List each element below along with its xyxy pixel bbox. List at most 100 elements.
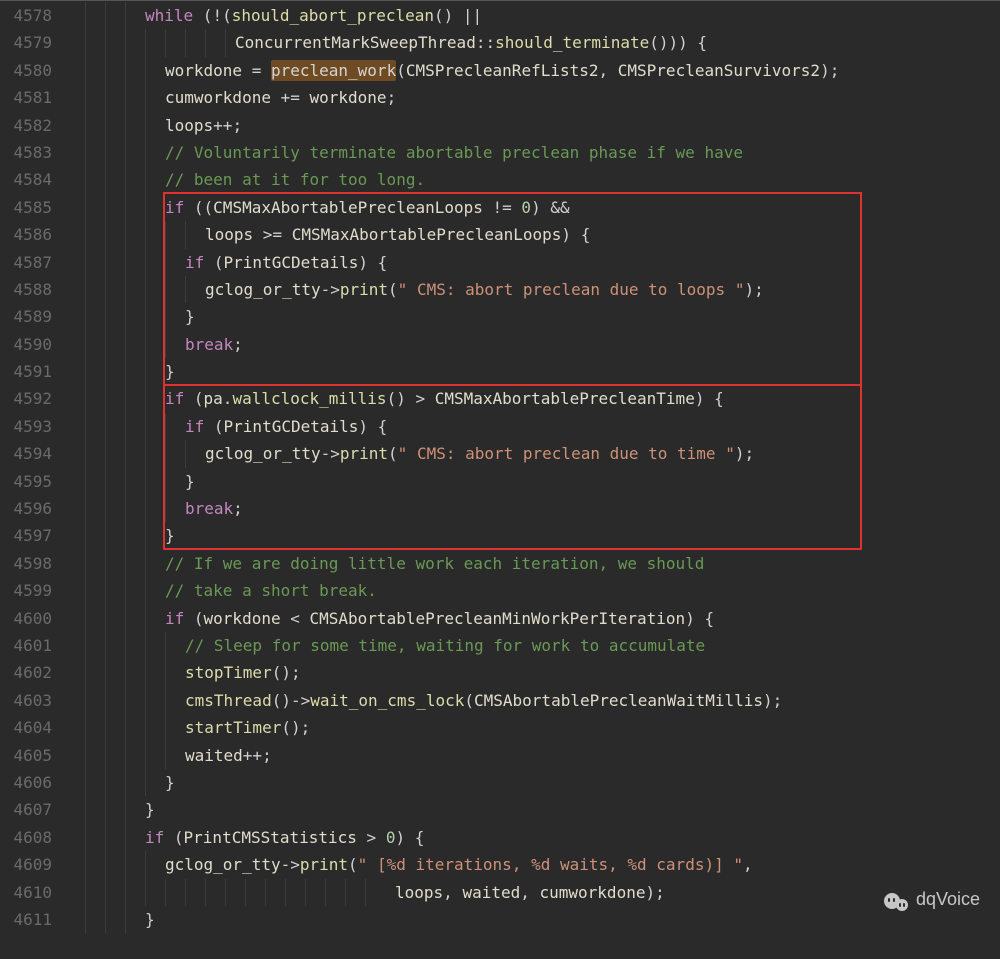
- code-line[interactable]: 4589}: [0, 303, 1000, 330]
- token-cm: // been at it for too long.: [165, 170, 425, 189]
- code-line[interactable]: 4586loops >= CMSMaxAbortablePrecleanLoop…: [0, 221, 1000, 248]
- token-id: loops: [205, 225, 253, 244]
- code-content[interactable]: loops++;: [60, 112, 242, 139]
- code-line[interactable]: 4591}: [0, 358, 1000, 385]
- token-st: " CMS: abort preclean due to time ": [398, 444, 735, 463]
- code-line[interactable]: 4599// take a short break.: [0, 577, 1000, 604]
- code-line[interactable]: 4604startTimer();: [0, 714, 1000, 741]
- code-content[interactable]: }: [60, 303, 195, 330]
- token-op: (: [388, 280, 398, 299]
- code-content[interactable]: break;: [60, 331, 243, 358]
- code-line[interactable]: 4610loops, waited, cumworkdone);: [0, 879, 1000, 906]
- token-op: }: [165, 773, 175, 792]
- token-id: workdone: [165, 61, 242, 80]
- token-op: ::: [476, 33, 495, 52]
- code-content[interactable]: if (PrintGCDetails) {: [60, 413, 387, 440]
- code-content[interactable]: break;: [60, 495, 243, 522]
- token-fn: print: [300, 855, 348, 874]
- line-number: 4602: [0, 659, 60, 686]
- code-line[interactable]: 4583// Voluntarily terminate abortable p…: [0, 139, 1000, 166]
- code-content[interactable]: cumworkdone += workdone;: [60, 84, 396, 111]
- code-line[interactable]: 4584// been at it for too long.: [0, 166, 1000, 193]
- code-content[interactable]: if (workdone < CMSAbortablePrecleanMinWo…: [60, 605, 714, 632]
- token-kw: break: [185, 335, 233, 354]
- code-line[interactable]: 4592if (pa.wallclock_millis() > CMSMaxAb…: [0, 385, 1000, 412]
- code-content[interactable]: waited++;: [60, 742, 272, 769]
- line-number: 4603: [0, 687, 60, 714]
- token-op: =: [242, 61, 271, 80]
- token-op: (: [164, 828, 183, 847]
- code-content[interactable]: startTimer();: [60, 714, 310, 741]
- token-op: (: [204, 417, 223, 436]
- line-number: 4598: [0, 550, 60, 577]
- code-content[interactable]: }: [60, 769, 175, 796]
- token-op: );: [744, 280, 763, 299]
- code-line[interactable]: 4579ConcurrentMarkSweepThread::should_te…: [0, 29, 1000, 56]
- code-content[interactable]: // been at it for too long.: [60, 166, 425, 193]
- code-line[interactable]: 4611}: [0, 906, 1000, 933]
- token-id: PrintCMSStatistics: [184, 828, 357, 847]
- code-content[interactable]: if (PrintGCDetails) {: [60, 249, 387, 276]
- code-line[interactable]: 4596break;: [0, 495, 1000, 522]
- token-op: ) {: [358, 253, 387, 272]
- line-number: 4580: [0, 57, 60, 84]
- token-op: ++;: [213, 116, 242, 135]
- code-line[interactable]: 4588gclog_or_tty->print(" CMS: abort pre…: [0, 276, 1000, 303]
- line-number: 4586: [0, 221, 60, 248]
- code-line[interactable]: 4605waited++;: [0, 742, 1000, 769]
- token-id: gclog_or_tty: [165, 855, 281, 874]
- token-st: " CMS: abort preclean due to loops ": [398, 280, 745, 299]
- code-content[interactable]: cmsThread()->wait_on_cms_lock(CMSAbortab…: [60, 687, 782, 714]
- code-content[interactable]: }: [60, 796, 155, 823]
- code-line[interactable]: 4590break;: [0, 331, 1000, 358]
- code-line[interactable]: 4602stopTimer();: [0, 659, 1000, 686]
- code-content[interactable]: }: [60, 468, 195, 495]
- token-op: +=: [271, 88, 310, 107]
- code-content[interactable]: gclog_or_tty->print(" CMS: abort preclea…: [60, 440, 754, 467]
- code-content[interactable]: loops >= CMSMaxAbortablePrecleanLoops) {: [60, 221, 590, 248]
- code-line[interactable]: 4580workdone = preclean_work(CMSPreclean…: [0, 57, 1000, 84]
- code-content[interactable]: stopTimer();: [60, 659, 301, 686]
- code-line[interactable]: 4595}: [0, 468, 1000, 495]
- code-line[interactable]: 4601// Sleep for some time, waiting for …: [0, 632, 1000, 659]
- code-content[interactable]: }: [60, 358, 175, 385]
- code-content[interactable]: // take a short break.: [60, 577, 377, 604]
- token-id: gclog_or_tty: [205, 444, 321, 463]
- code-line[interactable]: 4587if (PrintGCDetails) {: [0, 249, 1000, 276]
- token-id: gclog_or_tty: [205, 280, 321, 299]
- code-line[interactable]: 4581cumworkdone += workdone;: [0, 84, 1000, 111]
- code-content[interactable]: if ((CMSMaxAbortablePrecleanLoops != 0) …: [60, 194, 570, 221]
- code-content[interactable]: // If we are doing little work each iter…: [60, 550, 704, 577]
- code-content[interactable]: }: [60, 906, 155, 933]
- code-line[interactable]: 4593if (PrintGCDetails) {: [0, 413, 1000, 440]
- line-number: 4610: [0, 879, 60, 906]
- code-line[interactable]: 4609gclog_or_tty->print(" [%d iterations…: [0, 851, 1000, 878]
- code-line[interactable]: 4598// If we are doing little work each …: [0, 550, 1000, 577]
- code-line[interactable]: 4585if ((CMSMaxAbortablePrecleanLoops !=…: [0, 194, 1000, 221]
- code-content[interactable]: gclog_or_tty->print(" CMS: abort preclea…: [60, 276, 764, 303]
- code-line[interactable]: 4608if (PrintCMSStatistics > 0) {: [0, 824, 1000, 851]
- code-content[interactable]: // Sleep for some time, waiting for work…: [60, 632, 705, 659]
- code-content[interactable]: // Voluntarily terminate abortable precl…: [60, 139, 743, 166]
- token-id: loops: [165, 116, 213, 135]
- code-line[interactable]: 4600if (workdone < CMSAbortablePrecleanM…: [0, 605, 1000, 632]
- token-op: }: [185, 472, 195, 491]
- code-line[interactable]: 4606}: [0, 769, 1000, 796]
- token-kw: if: [165, 389, 184, 408]
- code-line[interactable]: 4578while (!(should_abort_preclean() ||: [0, 2, 1000, 29]
- code-line[interactable]: 4603cmsThread()->wait_on_cms_lock(CMSAbo…: [0, 687, 1000, 714]
- code-content[interactable]: loops, waited, cumworkdone);: [60, 879, 665, 906]
- code-content[interactable]: ConcurrentMarkSweepThread::should_termin…: [60, 29, 707, 56]
- code-content[interactable]: }: [60, 522, 175, 549]
- code-line[interactable]: 4582loops++;: [0, 112, 1000, 139]
- code-content[interactable]: workdone = preclean_work(CMSPrecleanRefL…: [60, 57, 839, 84]
- code-editor[interactable]: 4578while (!(should_abort_preclean() ||4…: [0, 0, 1000, 933]
- code-line[interactable]: 4594gclog_or_tty->print(" CMS: abort pre…: [0, 440, 1000, 467]
- code-content[interactable]: while (!(should_abort_preclean() ||: [60, 2, 482, 29]
- watermark: dqVoice: [884, 886, 980, 913]
- code-content[interactable]: gclog_or_tty->print(" [%d iterations, %d…: [60, 851, 753, 878]
- code-line[interactable]: 4607}: [0, 796, 1000, 823]
- code-content[interactable]: if (pa.wallclock_millis() > CMSMaxAborta…: [60, 385, 724, 412]
- code-line[interactable]: 4597}: [0, 522, 1000, 549]
- code-content[interactable]: if (PrintCMSStatistics > 0) {: [60, 824, 424, 851]
